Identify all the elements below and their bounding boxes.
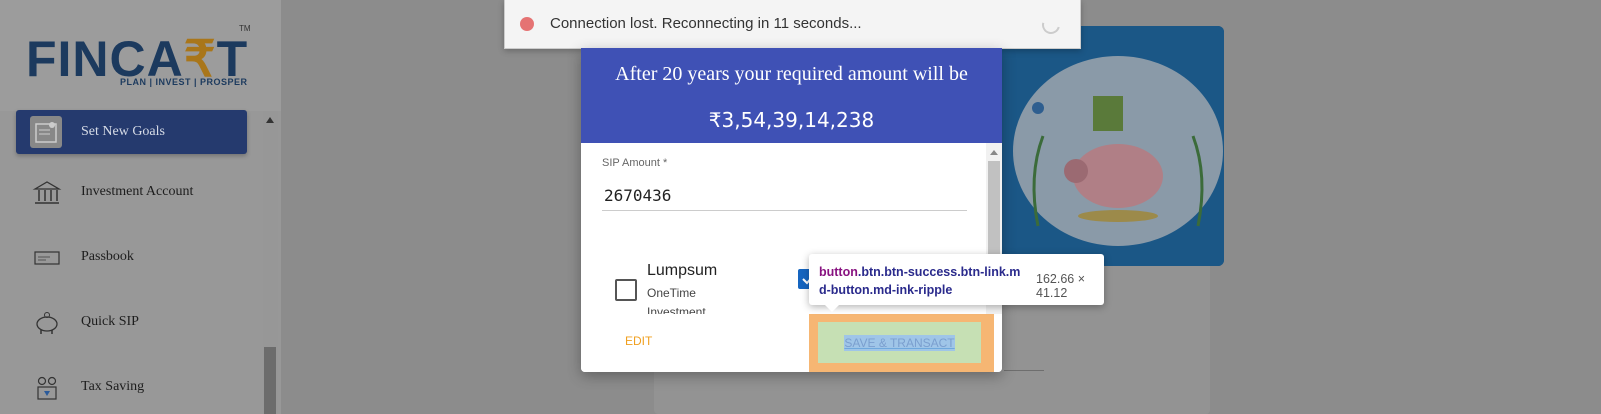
dialog-footer: EDIT SAVE & TRANSACT: [581, 314, 1002, 372]
save-and-transact-button[interactable]: SAVE & TRANSACT: [818, 322, 981, 363]
sidebar-item-label: Passbook: [81, 249, 134, 264]
piggy-bank-illustration: [998, 26, 1224, 266]
edit-button[interactable]: EDIT: [625, 334, 652, 348]
piggy-bank-icon: [32, 310, 62, 336]
sidebar-item-label: Set New Goals: [81, 124, 165, 139]
sidebar-item-passbook[interactable]: Passbook: [16, 235, 247, 279]
divider: [1004, 370, 1044, 371]
sidebar: FINCA₹T TM PLAN | INVEST | PROSPER Set N…: [0, 0, 281, 414]
dialog-title: After 20 years your required amount will…: [615, 63, 968, 85]
sidebar-item-label: Investment Account: [81, 184, 194, 199]
loading-spinner-icon: [1038, 12, 1064, 38]
bank-icon: [32, 180, 62, 206]
logo-trademark: TM: [239, 24, 251, 33]
tooltip-arrow: [825, 305, 839, 312]
tax-saving-icon: [32, 375, 62, 401]
status-dot-icon: [520, 17, 534, 31]
logo-tagline: PLAN | INVEST | PROSPER: [120, 77, 248, 87]
required-amount: ₹3,54,39,14,238: [708, 108, 875, 132]
scroll-up-arrow-icon[interactable]: [266, 117, 274, 123]
goals-icon: [30, 116, 62, 148]
devtools-inspect-tooltip: button.btn.btn-success.btn-link.md-butto…: [809, 254, 1104, 312]
sidebar-scroll-thumb[interactable]: [264, 347, 276, 414]
scroll-up-arrow-icon[interactable]: [990, 150, 998, 155]
selector-tag: button: [819, 265, 858, 279]
element-selector: button.btn.btn-success.btn-link.md-butto…: [819, 263, 1024, 299]
lumpsum-checkbox[interactable]: [615, 279, 637, 301]
element-dimensions: 162.66 × 41.12: [1036, 272, 1086, 300]
sidebar-item-label: Quick SIP: [81, 314, 139, 329]
sidebar-item-investment-account[interactable]: Investment Account: [16, 170, 247, 214]
logo-area: FINCA₹T TM PLAN | INVEST | PROSPER: [0, 0, 281, 111]
save-and-transact-label: SAVE & TRANSACT: [844, 334, 955, 351]
passbook-icon: [32, 245, 62, 271]
sidebar-item-set-new-goals[interactable]: Set New Goals: [16, 110, 247, 154]
sidebar-item-quick-sip[interactable]: Quick SIP: [16, 300, 247, 344]
dialog-header: After 20 years your required amount will…: [581, 48, 1002, 143]
sidebar-item-tax-saving[interactable]: Tax Saving: [16, 365, 247, 409]
required-amount-dialog: After 20 years your required amount will…: [581, 48, 1002, 372]
lumpsum-title: Lumpsum: [647, 262, 718, 279]
toast-message: Connection lost. Reconnecting in 11 seco…: [550, 15, 862, 32]
sip-amount-label: SIP Amount *: [602, 157, 668, 169]
connection-toast: Connection lost. Reconnecting in 11 seco…: [504, 0, 1081, 49]
sip-amount-input[interactable]: [602, 181, 967, 211]
sidebar-item-label: Tax Saving: [81, 379, 145, 394]
